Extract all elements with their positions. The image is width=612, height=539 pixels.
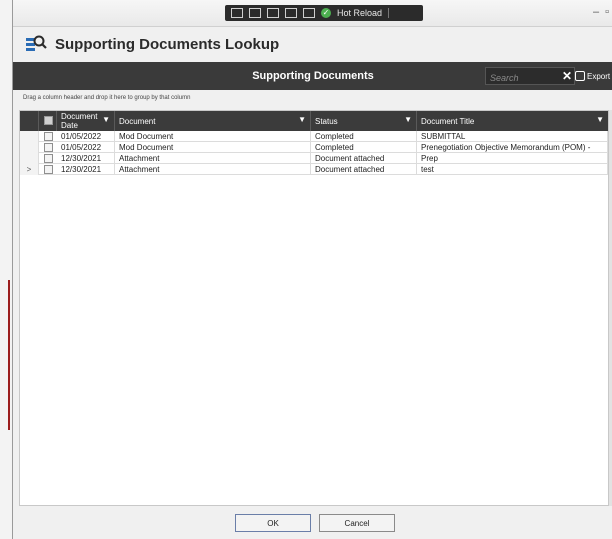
row-checkbox[interactable] bbox=[44, 132, 53, 141]
window-controls: – ▫ bbox=[593, 6, 609, 18]
cell-document: Attachment bbox=[115, 164, 311, 175]
left-edge-accent bbox=[8, 280, 10, 430]
cell-title: SUBMITTAL bbox=[417, 131, 608, 142]
dialog-window: ✓ Hot Reload – ▫ Supporting Documents Lo… bbox=[12, 0, 612, 539]
app-header: Supporting Documents Lookup bbox=[13, 26, 612, 62]
column-header-label: Document bbox=[119, 117, 156, 126]
maximize-icon[interactable]: ▫ bbox=[605, 6, 609, 18]
column-header-label: Document Title bbox=[421, 117, 475, 126]
grid-banner: Supporting Documents ✕ Export bbox=[13, 62, 612, 90]
search-box: ✕ bbox=[485, 67, 575, 86]
binding-failures-icon[interactable] bbox=[285, 8, 297, 18]
cell-document: Attachment bbox=[115, 153, 311, 164]
select-all-header bbox=[39, 111, 57, 131]
group-panel[interactable]: Drag a column header and drop it here to… bbox=[13, 90, 612, 108]
cell-date: 12/30/2021 bbox=[57, 164, 115, 175]
cell-document: Mod Document bbox=[115, 142, 311, 153]
row-checkbox[interactable] bbox=[44, 143, 53, 152]
debug-toolbar: ✓ Hot Reload bbox=[225, 5, 423, 21]
cell-title: Prenegotiation Objective Memorandum (POM… bbox=[417, 142, 608, 153]
filter-funnel-icon[interactable]: ▼ bbox=[404, 115, 412, 124]
row-indicator-header bbox=[20, 111, 39, 131]
row-indicator[interactable] bbox=[20, 142, 39, 153]
cell-title: test bbox=[417, 164, 608, 175]
select-all-checkbox[interactable] bbox=[44, 116, 53, 125]
cell-status: Completed bbox=[311, 142, 417, 153]
cell-status: Completed bbox=[311, 131, 417, 142]
toolbar-separator bbox=[388, 8, 390, 18]
display-layout-icon[interactable] bbox=[249, 8, 261, 18]
cancel-button[interactable]: Cancel bbox=[319, 514, 395, 532]
export-button[interactable]: Export bbox=[575, 67, 610, 85]
row-indicator[interactable]: > bbox=[20, 164, 39, 175]
table-row[interactable]: 12/30/2021 Attachment Document attached Pre… bbox=[20, 153, 608, 164]
row-indicator[interactable] bbox=[20, 131, 39, 142]
dialog-footer: OK Cancel bbox=[13, 506, 612, 539]
clear-search-icon[interactable]: ✕ bbox=[562, 68, 572, 84]
search-input[interactable] bbox=[486, 70, 564, 86]
row-checkbox[interactable] bbox=[44, 165, 53, 174]
group-panel-hint: Drag a column header and drop it here to… bbox=[23, 95, 191, 101]
column-header-document-date[interactable]: Document Date ▼ bbox=[57, 111, 115, 131]
cell-title: Prep bbox=[417, 153, 608, 164]
grid-header-row: Document Date ▼ Document ▼ Status ▼ Docu… bbox=[20, 111, 608, 131]
export-icon bbox=[575, 71, 585, 81]
column-header-document[interactable]: Document ▼ bbox=[115, 111, 311, 131]
minimize-icon[interactable]: – bbox=[593, 6, 599, 18]
documents-grid: Document Date ▼ Document ▼ Status ▼ Docu… bbox=[19, 110, 609, 506]
table-row[interactable]: 01/05/2022 Mod Document Completed Prenegoti… bbox=[20, 142, 608, 153]
title-bar: ✓ Hot Reload – ▫ bbox=[13, 0, 612, 27]
accessibility-icon[interactable] bbox=[303, 8, 315, 18]
cell-status: Document attached bbox=[311, 153, 417, 164]
hot-reload-check-icon: ✓ bbox=[321, 8, 331, 18]
filter-funnel-icon[interactable]: ▼ bbox=[298, 115, 306, 124]
cell-date: 01/05/2022 bbox=[57, 131, 115, 142]
column-header-label: Document Date bbox=[61, 112, 98, 130]
filter-funnel-icon[interactable]: ▼ bbox=[596, 115, 604, 124]
select-element-icon[interactable] bbox=[231, 8, 243, 18]
cell-date: 01/05/2022 bbox=[57, 142, 115, 153]
cell-status: Document attached bbox=[311, 164, 417, 175]
column-header-status[interactable]: Status ▼ bbox=[311, 111, 417, 131]
ok-button[interactable]: OK bbox=[235, 514, 311, 532]
cell-document: Mod Document bbox=[115, 131, 311, 142]
track-focus-icon[interactable] bbox=[267, 8, 279, 18]
table-row[interactable]: 01/05/2022 Mod Document Completed SUBMITTAL bbox=[20, 131, 608, 142]
lookup-grid-icon bbox=[26, 35, 47, 51]
left-edge-background bbox=[0, 0, 12, 539]
hot-reload-label[interactable]: Hot Reload bbox=[337, 8, 382, 18]
filter-funnel-icon[interactable]: ▼ bbox=[102, 115, 110, 124]
row-checkbox[interactable] bbox=[44, 154, 53, 163]
page-title: Supporting Documents Lookup bbox=[55, 35, 280, 53]
row-indicator[interactable] bbox=[20, 153, 39, 164]
column-header-label: Status bbox=[315, 117, 338, 126]
cell-date: 12/30/2021 bbox=[57, 153, 115, 164]
export-label: Export bbox=[587, 71, 611, 81]
column-header-document-title[interactable]: Document Title ▼ bbox=[417, 111, 608, 131]
table-row[interactable]: >12/30/2021 Attachment Document attached te… bbox=[20, 164, 608, 175]
